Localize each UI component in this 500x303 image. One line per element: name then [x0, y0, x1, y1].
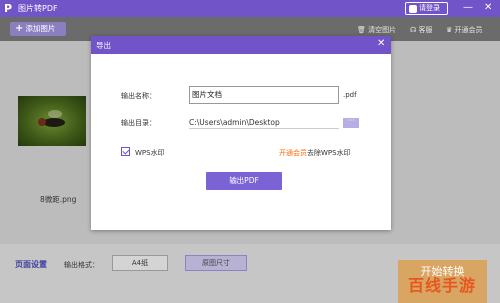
- vip-link[interactable]: 开通会员: [279, 149, 307, 157]
- dialog-header: 导出 ✕: [91, 36, 391, 54]
- output-name-input[interactable]: 图片文档: [189, 86, 339, 104]
- fly-wing: [48, 110, 62, 118]
- original-size-button[interactable]: 原图尺寸: [185, 255, 247, 271]
- plus-icon: +: [15, 23, 24, 34]
- remove-watermark-note: 开通会员去除WPS水印: [279, 148, 351, 158]
- dialog-title: 导出: [96, 41, 111, 50]
- browse-button[interactable]: ···: [343, 117, 359, 128]
- add-image-label: 添加图片: [25, 24, 56, 33]
- image-thumbnail[interactable]: [18, 96, 86, 146]
- login-button[interactable]: 请登录: [405, 2, 448, 15]
- add-image-button[interactable]: + 添加图片: [10, 22, 66, 36]
- login-label: 请登录: [419, 4, 440, 12]
- export-pdf-button[interactable]: 输出PDF: [206, 172, 282, 190]
- title-bar: P 图片转PDF 请登录 — ✕: [0, 0, 500, 17]
- fly-body: [43, 118, 65, 127]
- format-select[interactable]: A4纸: [112, 255, 168, 271]
- vip-button[interactable]: ♛ 开通会员: [446, 25, 483, 35]
- app-logo: P: [4, 2, 13, 15]
- watermark-text: 百线手游: [408, 276, 477, 295]
- page-setup-label[interactable]: 页面设置: [15, 259, 47, 270]
- wps-watermark-checkbox[interactable]: [121, 147, 130, 156]
- output-dir-label: 输出目录：: [121, 119, 156, 127]
- headset-icon: ☊: [410, 26, 417, 34]
- clear-images-button[interactable]: 🗑 清空图片: [357, 25, 396, 35]
- export-dialog: 导出 ✕ 输出名称： 图片文档 .pdf 输出目录： C:\Users\admi…: [91, 36, 391, 230]
- crown-icon: ♛: [446, 26, 453, 34]
- output-dir-underline: [189, 128, 339, 129]
- output-name-label: 输出名称：: [121, 92, 156, 100]
- dialog-close-icon[interactable]: ✕: [377, 38, 385, 49]
- trash-icon: 🗑: [357, 26, 366, 34]
- user-icon: [409, 5, 417, 13]
- extension-label: .pdf: [343, 91, 357, 99]
- minimize-icon[interactable]: —: [463, 1, 473, 15]
- file-name: 8微距.png: [40, 195, 77, 204]
- fly-eye: [38, 118, 46, 126]
- app-title: 图片转PDF: [18, 4, 58, 13]
- remove-watermark-text: 去除WPS水印: [307, 149, 351, 157]
- close-icon[interactable]: ✕: [484, 1, 492, 15]
- output-dir-path[interactable]: C:\Users\admin\Desktop: [189, 118, 280, 127]
- format-label: 输出格式：: [64, 261, 99, 269]
- wps-watermark-label: WPS水印: [135, 149, 165, 157]
- service-button[interactable]: ☊ 客服: [410, 25, 432, 35]
